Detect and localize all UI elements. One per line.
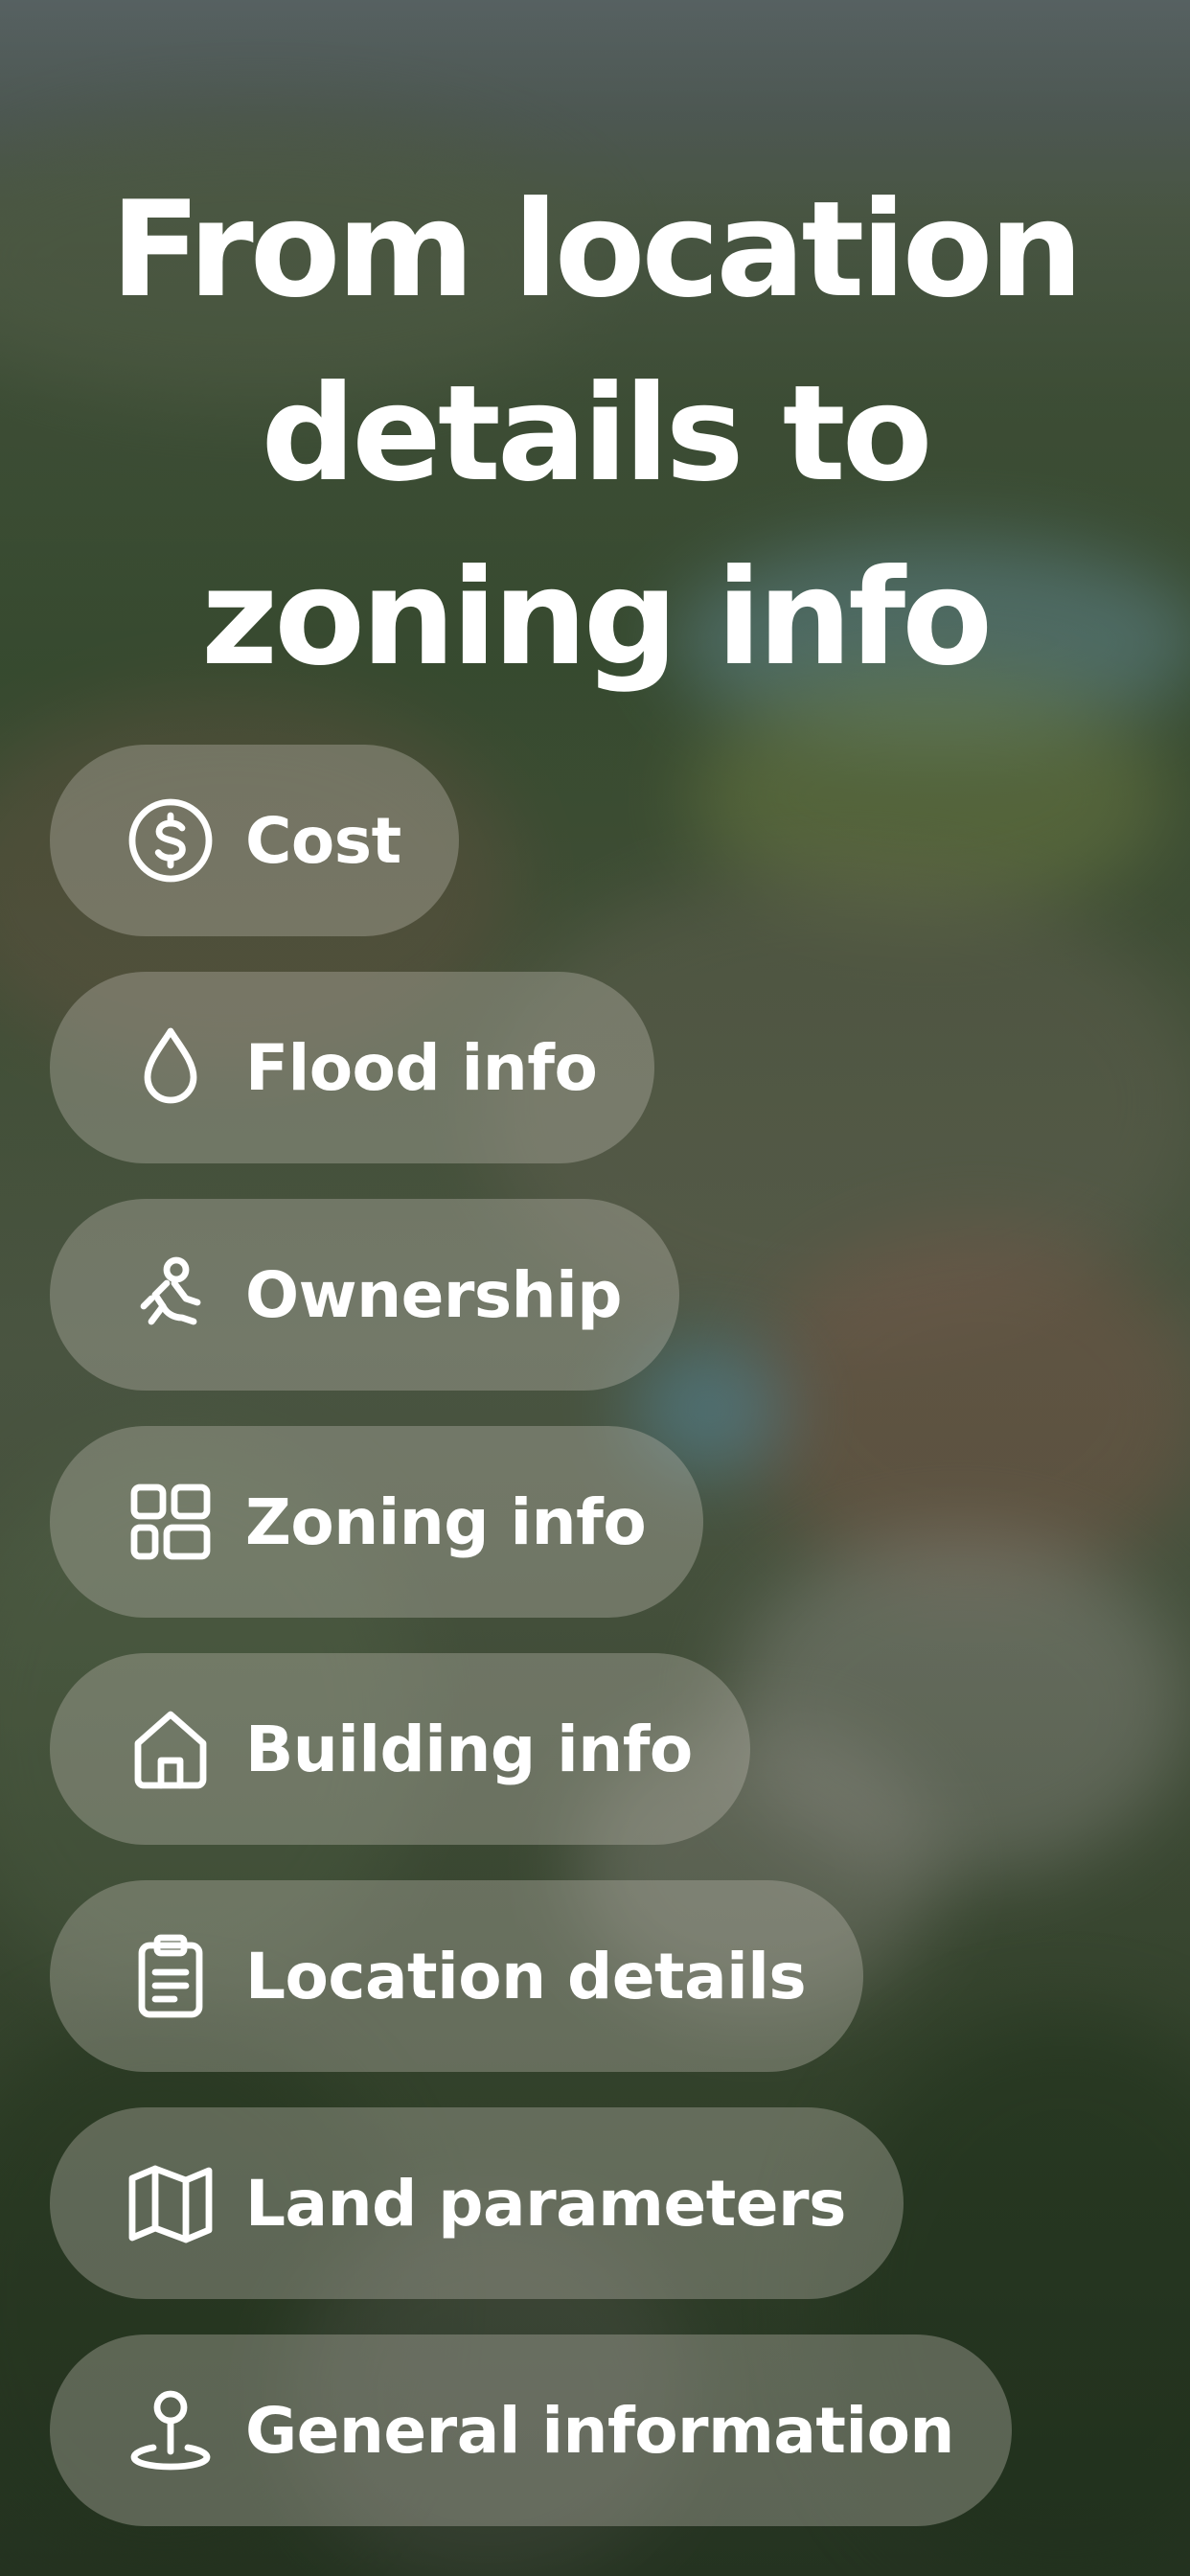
feature-chip-building-info: Building info xyxy=(50,1653,750,1845)
headline-line-1: From location xyxy=(110,172,1084,327)
feature-chip-location-details: Location details xyxy=(50,1880,864,2072)
feature-label: Cost xyxy=(245,803,401,878)
house-icon xyxy=(125,1703,217,1795)
feature-label: Location details xyxy=(245,1939,807,2013)
feature-chip-land-parameters: Land parameters xyxy=(50,2107,904,2299)
headline-line-3: zoning info xyxy=(200,540,993,695)
feature-label: Flood info xyxy=(245,1030,598,1105)
feature-label: Ownership xyxy=(245,1257,623,1332)
feature-chip-zoning-info: Zoning info xyxy=(50,1426,704,1618)
feature-label: Building info xyxy=(245,1712,693,1786)
location-pin-icon xyxy=(125,2384,217,2476)
feature-list: Cost Flood info Ownership Zoning info Bu… xyxy=(50,745,1152,2562)
water-drop-icon xyxy=(125,1022,217,1114)
feature-label: General information xyxy=(245,2393,954,2468)
headline: From location details to zoning info xyxy=(38,158,1152,710)
clipboard-icon xyxy=(125,1930,217,2022)
feature-chip-general-information: General information xyxy=(50,2334,1012,2526)
map-icon xyxy=(125,2157,217,2249)
grid-layout-icon xyxy=(125,1476,217,1568)
dollar-icon xyxy=(125,794,217,886)
feature-chip-flood-info: Flood info xyxy=(50,972,655,1163)
feature-chip-ownership: Ownership xyxy=(50,1199,680,1391)
feature-label: Land parameters xyxy=(245,2166,846,2241)
feature-label: Zoning info xyxy=(245,1484,647,1559)
handshake-icon xyxy=(125,1249,217,1341)
feature-chip-cost: Cost xyxy=(50,745,459,936)
headline-line-2: details to xyxy=(261,356,932,511)
